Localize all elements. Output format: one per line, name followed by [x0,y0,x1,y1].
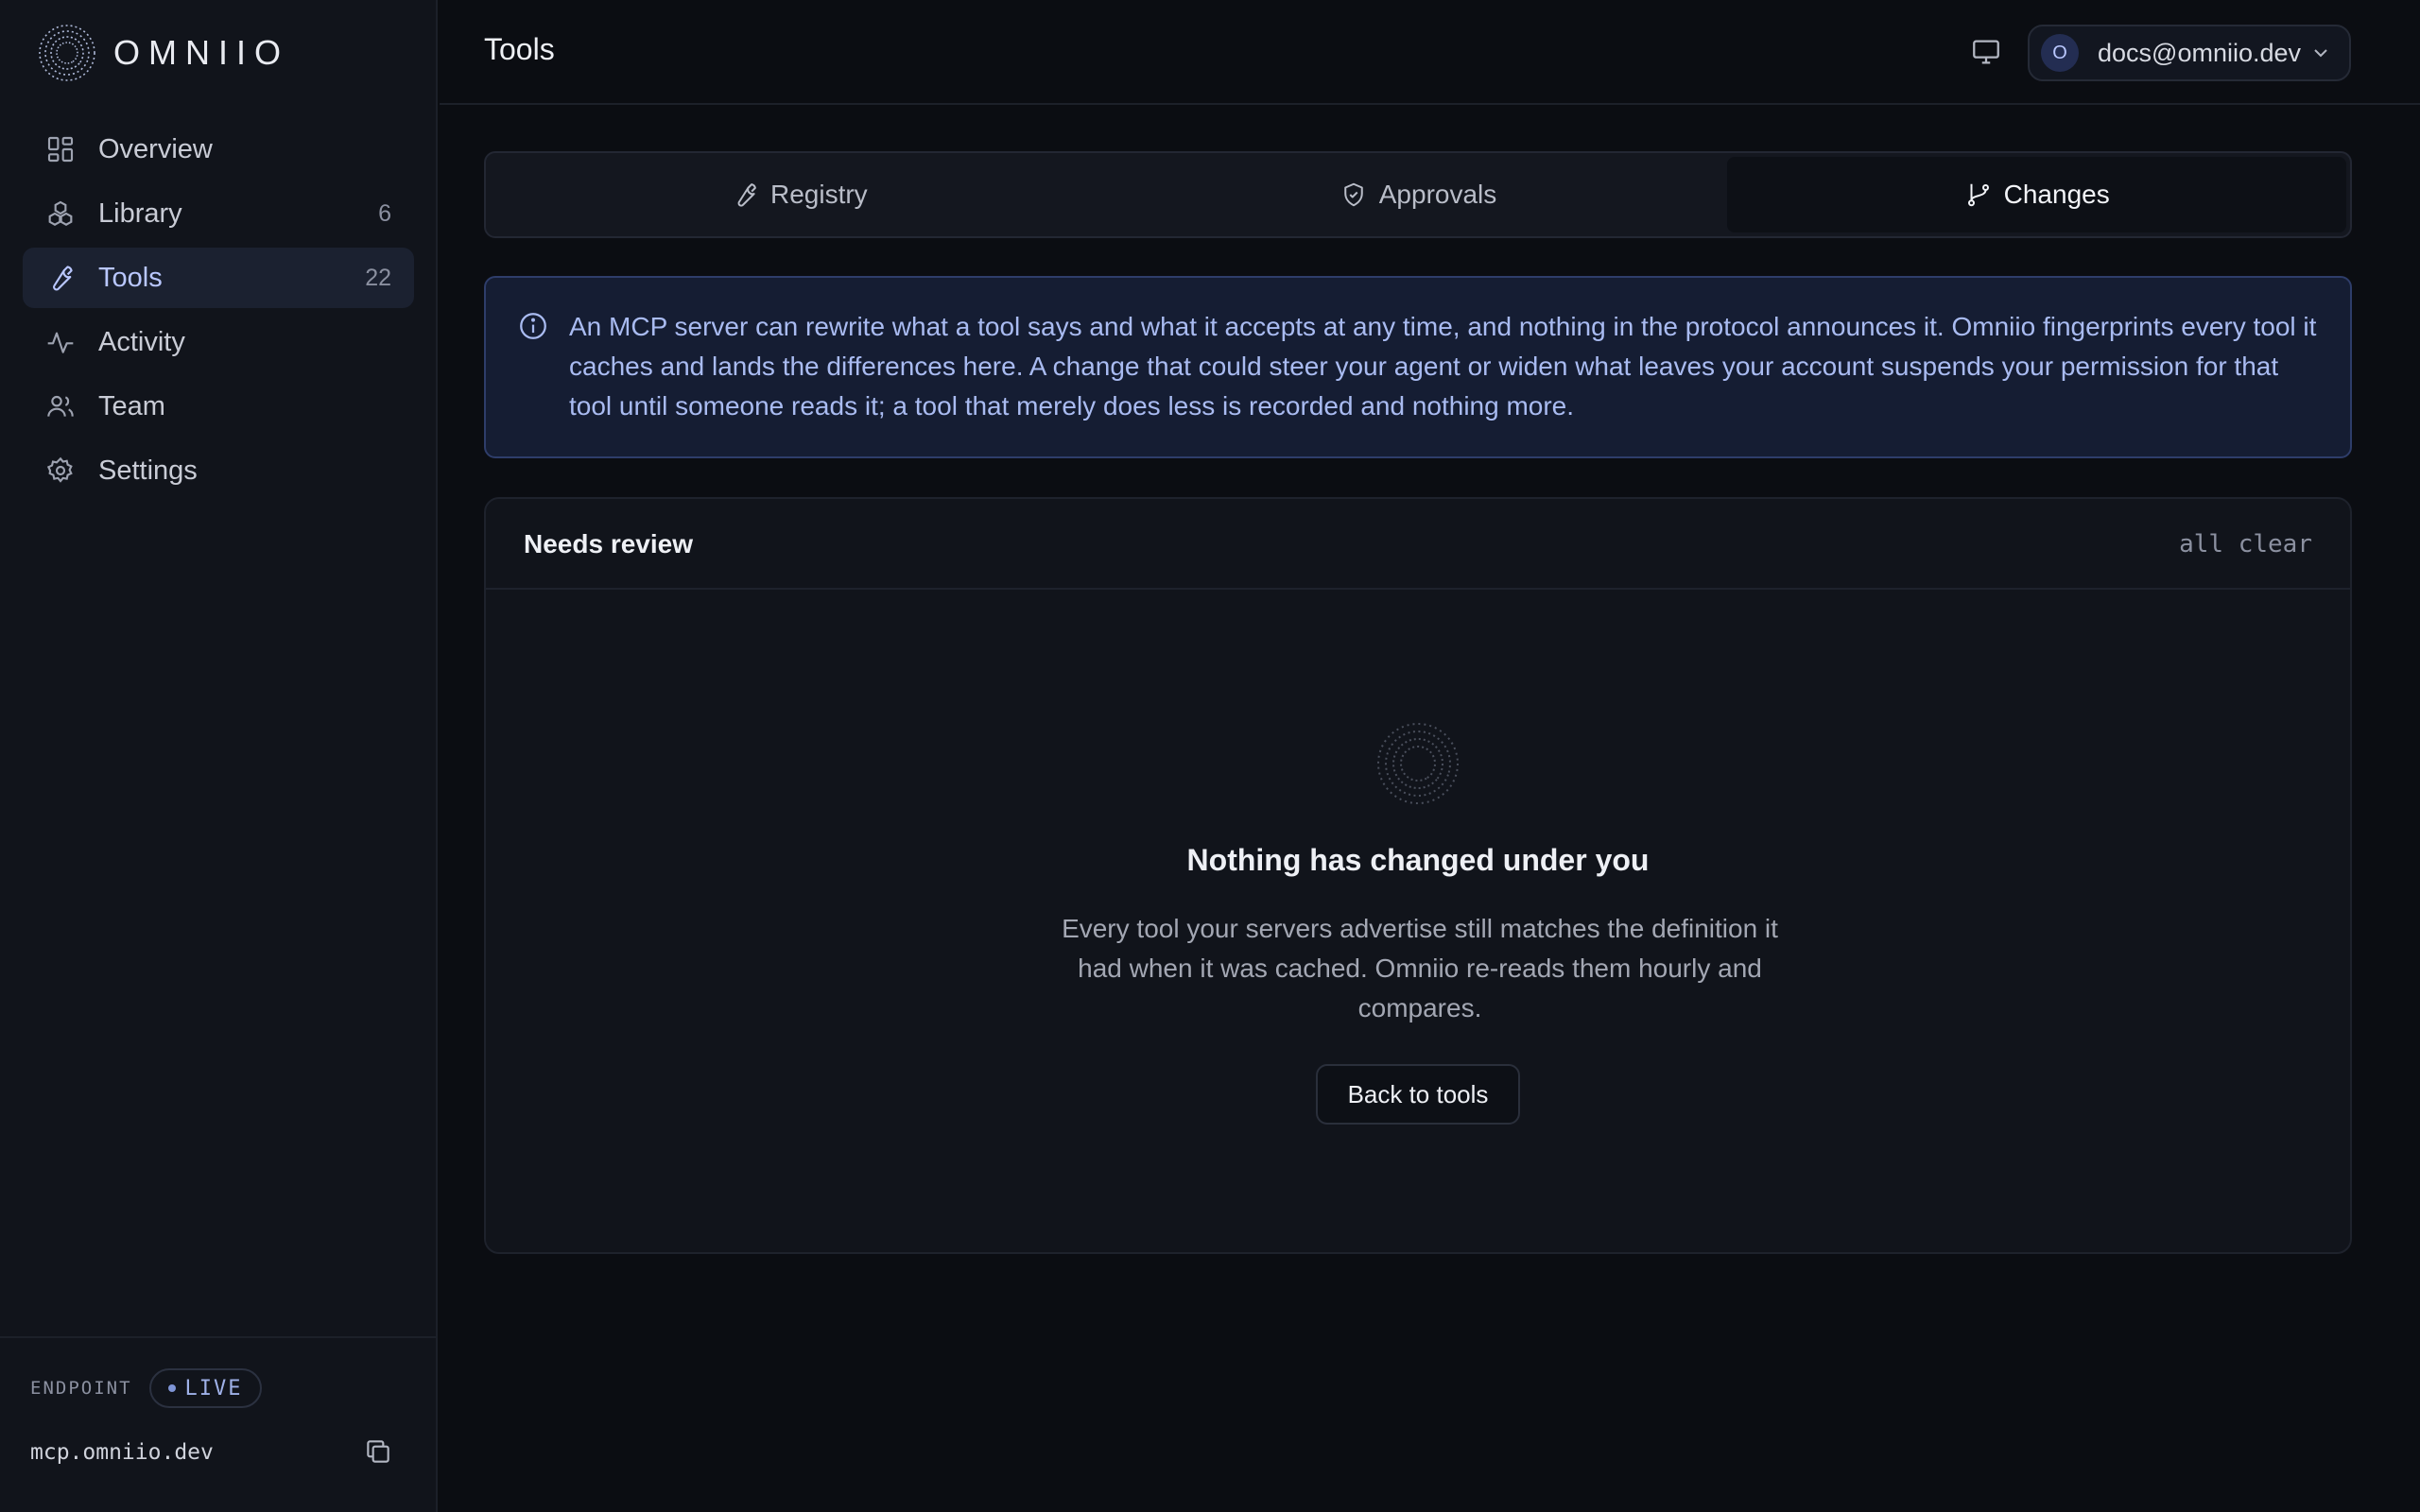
live-dot-icon [167,1384,176,1392]
tool-tabs: Registry Approvals Changes [484,151,2352,238]
avatar: O [2041,34,2079,72]
tab-label: Approvals [1378,180,1497,209]
endpoint-label: ENDPOINT [30,1378,132,1399]
panel-status: all clear [2179,530,2312,558]
sidebar-item-label: Library [98,198,182,229]
sidebar-item-count: 22 [365,264,391,291]
brand-name: OMNIIO [113,33,289,72]
sidebar-item-label: Settings [98,455,198,486]
tab-changes[interactable]: Changes [1727,157,2347,232]
wrench-icon [737,183,756,207]
needs-review-panel: Needs review all clear Nothing has chang… [484,497,2352,1254]
live-label: LIVE [184,1376,243,1400]
sidebar-item-team[interactable]: Team [23,376,414,437]
monitor-icon[interactable] [1969,36,2003,68]
sidebar-item-label: Overview [98,133,213,164]
git-branch-icon [1967,183,1989,207]
grid-icon [47,136,74,163]
tab-label: Changes [2003,180,2110,209]
endpoint-host: mcp.omniio.dev [30,1440,214,1465]
tab-approvals[interactable]: Approvals [1109,157,1728,232]
tab-label: Registry [769,180,868,209]
panel-title: Needs review [524,529,693,558]
sidebar: OMNIIO Overview Library 6 Tools 22 Activ… [0,0,438,1512]
pulse-icon [47,332,74,353]
shield-check-icon [1344,182,1363,207]
info-notice: An MCP server can rewrite what a tool sa… [484,276,2352,458]
tab-registry[interactable]: Registry [490,157,1109,232]
top-bar: Tools O docs@omniio.dev [440,0,2420,105]
users-icon [47,395,74,417]
account-email: docs@omniio.dev [2098,38,2302,67]
live-status-badge: LIVE [148,1368,262,1408]
sidebar-item-label: Tools [98,262,163,293]
gear-icon [46,456,73,483]
notice-text: An MCP server can rewrite what a tool sa… [569,312,2317,421]
chevron-down-icon [2314,49,2327,58]
info-icon [520,313,546,339]
panel-header: Needs review all clear [486,499,2350,590]
sidebar-item-label: Activity [98,326,185,357]
copy-icon[interactable] [363,1436,393,1467]
endpoint-panel: ENDPOINT LIVE mcp.omniio.dev [0,1336,436,1512]
sidebar-item-activity[interactable]: Activity [23,312,414,372]
sidebar-item-settings[interactable]: Settings [23,440,414,501]
sidebar-item-label: Team [98,390,165,421]
page-title: Tools [484,32,555,66]
empty-state-description: Every tool your servers advertise still … [1062,914,1778,1022]
account-menu[interactable]: O docs@omniio.dev [2028,25,2351,81]
spiral-logo-icon [39,25,95,81]
sidebar-item-tools[interactable]: Tools 22 [23,248,414,308]
brand-logo[interactable]: OMNIIO [36,21,289,85]
sidebar-item-count: 6 [378,199,391,227]
back-to-tools-button[interactable]: Back to tools [1316,1064,1520,1125]
boxes-icon [48,200,73,226]
wrench-icon [53,266,73,291]
sidebar-item-library[interactable]: Library 6 [23,183,414,244]
sidebar-nav: Overview Library 6 Tools 22 Activity Tea… [23,119,414,505]
empty-state-title: Nothing has changed under you [1186,843,1650,877]
endpoint-row: ENDPOINT LIVE [30,1368,262,1408]
spiral-logo-icon [1377,723,1459,804]
sidebar-item-overview[interactable]: Overview [23,119,414,180]
